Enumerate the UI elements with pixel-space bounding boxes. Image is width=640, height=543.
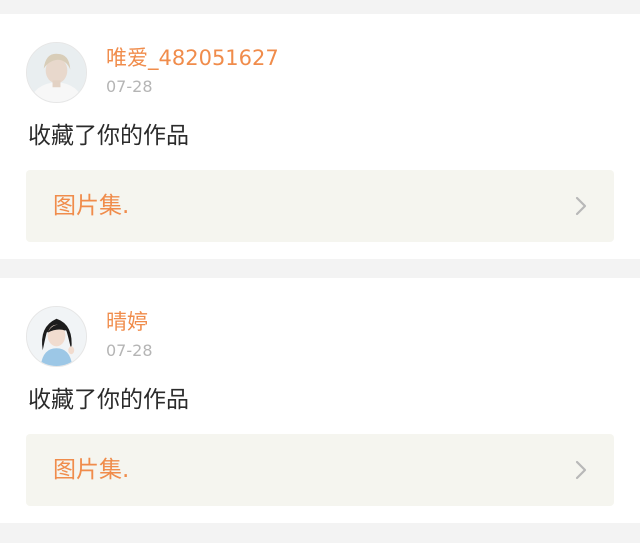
gallery-link-label: 图片集. (53, 193, 130, 219)
avatar[interactable] (26, 42, 87, 103)
chevron-right-icon (575, 460, 587, 480)
timestamp: 07-28 (106, 77, 153, 96)
username[interactable]: 唯爱_482051627 (106, 45, 279, 71)
notification-feed: 唯爱_482051627 07-28 收藏了你的作品 图片集. 晴婷 07-28… (0, 0, 640, 543)
notification-card: 唯爱_482051627 07-28 收藏了你的作品 图片集. (0, 14, 640, 259)
chevron-right-icon (575, 196, 587, 216)
timestamp: 07-28 (106, 341, 153, 360)
username[interactable]: 晴婷 (106, 309, 148, 335)
action-text: 收藏了你的作品 (28, 123, 189, 149)
action-text: 收藏了你的作品 (28, 387, 189, 413)
avatar[interactable] (26, 306, 87, 367)
user-avatar-photo (27, 307, 86, 366)
user-avatar-photo (27, 43, 86, 102)
gallery-link[interactable]: 图片集. (26, 434, 614, 506)
gallery-link[interactable]: 图片集. (26, 170, 614, 242)
gallery-link-label: 图片集. (53, 457, 130, 483)
notification-card: 晴婷 07-28 收藏了你的作品 图片集. (0, 278, 640, 523)
